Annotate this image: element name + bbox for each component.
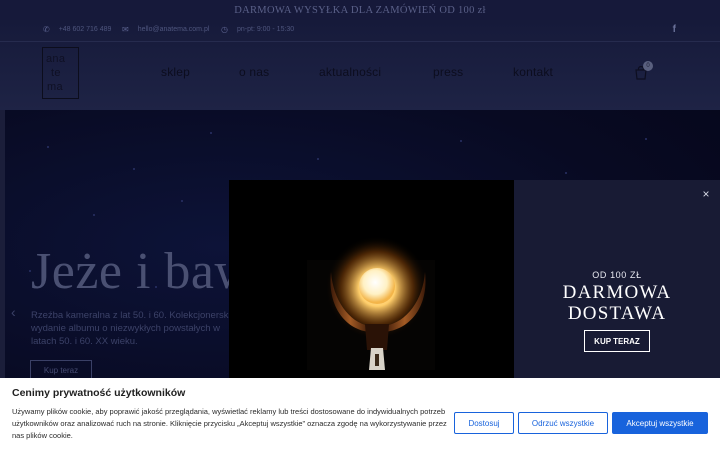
- email-address: hello@anatema.com.pl: [137, 26, 210, 33]
- reject-all-button[interactable]: Odrzuć wszystkie: [518, 412, 608, 434]
- customize-button[interactable]: Dostosuj: [454, 412, 514, 434]
- cookie-banner: Cenimy prywatność użytkowników Używamy p…: [0, 378, 720, 450]
- cookie-title: Cenimy prywatność użytkowników: [12, 387, 186, 399]
- lamp-sculpture-image: [307, 236, 435, 370]
- promo-threshold: OD 100 ZŁ: [592, 270, 642, 280]
- email-contact[interactable]: ✉ hello@anatema.com.pl: [122, 25, 209, 34]
- popup-image: [229, 180, 514, 380]
- logo-line-1: ana: [46, 53, 66, 65]
- nav-press[interactable]: press: [433, 65, 463, 79]
- nav-kontakt[interactable]: kontakt: [513, 65, 553, 79]
- hero-subtitle: Rzeźba kameralna z lat 50. i 60. Kolekcj…: [31, 310, 236, 347]
- snow-particle: [93, 214, 95, 216]
- snow-particle: [317, 158, 319, 160]
- promo-buy-button[interactable]: KUP TERAZ: [584, 330, 650, 352]
- promo-headline: DARMOWA DOSTAWA: [514, 282, 720, 324]
- close-icon[interactable]: ×: [697, 185, 715, 203]
- announcement-bar: DARMOWA WYSYŁKA DLA ZAMÓWIEŃ OD 100 zł: [0, 0, 720, 20]
- announcement-text: DARMOWA WYSYŁKA DLA ZAMÓWIEŃ OD 100 zł: [234, 4, 486, 16]
- nav-o-nas[interactable]: o nas: [239, 65, 269, 79]
- hero-buy-button[interactable]: Kup teraz: [30, 360, 92, 380]
- nav-sklep[interactable]: sklep: [161, 65, 190, 79]
- clock-icon: ◷: [221, 25, 228, 34]
- cart-count-badge: 0: [643, 61, 653, 71]
- mail-icon: ✉: [122, 25, 129, 34]
- snow-particle: [565, 172, 567, 174]
- cookie-text: Używamy plików cookie, aby poprawić jako…: [12, 407, 447, 440]
- promo-headline-line-2: DOSTAWA: [567, 303, 667, 324]
- hero-prev-arrow-icon[interactable]: ‹: [11, 304, 16, 320]
- logo-line-2: te: [51, 67, 61, 79]
- phone-number: +48 602 716 489: [58, 26, 112, 33]
- contact-row: ✆ +48 602 716 489 ✉ hello@anatema.com.pl…: [0, 20, 720, 42]
- snow-particle: [460, 140, 462, 142]
- opening-hours: pn-pt: 9:00 - 15:30: [236, 26, 295, 33]
- snow-particle: [47, 146, 49, 148]
- snow-particle: [645, 138, 647, 140]
- facebook-icon[interactable]: f: [673, 24, 676, 35]
- hero-title: Jeże i baw: [31, 243, 253, 300]
- accept-all-button[interactable]: Akceptuj wszystkie: [612, 412, 708, 434]
- snow-particle: [181, 200, 183, 202]
- promo-headline-line-1: DARMOWA: [562, 282, 672, 303]
- snow-particle: [210, 132, 212, 134]
- site-header: ✆ +48 602 716 489 ✉ hello@anatema.com.pl…: [0, 20, 720, 110]
- logo[interactable]: ana te ma: [42, 47, 79, 99]
- nav-aktualnosci[interactable]: aktualności: [319, 65, 381, 79]
- phone-icon: ✆: [43, 25, 50, 34]
- hours-contact: ◷ pn-pt: 9:00 - 15:30: [221, 25, 294, 34]
- phone-contact[interactable]: ✆ +48 602 716 489: [43, 25, 111, 34]
- snow-particle: [133, 168, 135, 170]
- logo-line-3: ma: [47, 81, 63, 93]
